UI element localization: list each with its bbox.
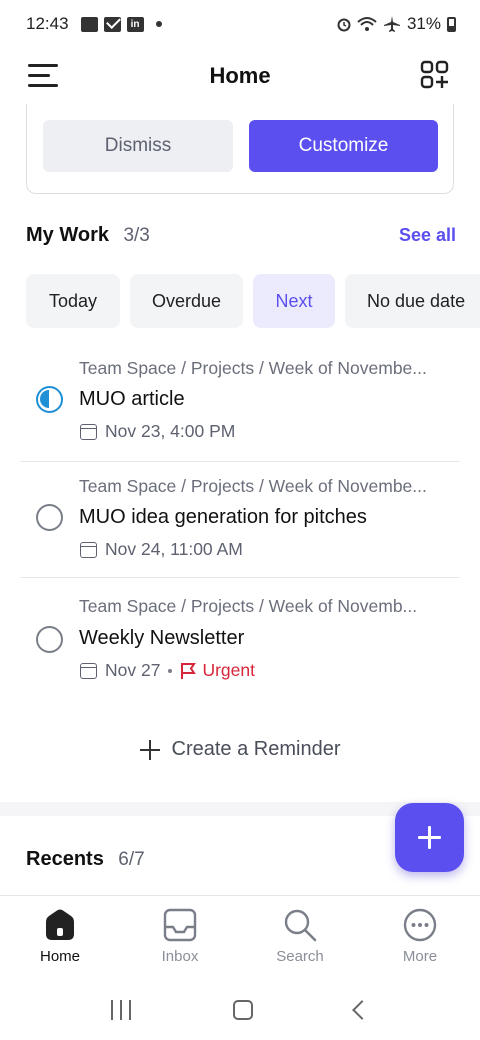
my-work-count: 3/3 xyxy=(123,225,150,246)
task-date: Nov 24, 11:00 AM xyxy=(105,539,243,559)
task-path: Team Space / Projects / Week of Novemb..… xyxy=(79,596,418,616)
recent-apps-button[interactable] xyxy=(111,1000,131,1020)
filter-next[interactable]: Next xyxy=(253,274,335,328)
priority-badge: Urgent xyxy=(180,660,255,681)
nav-home-label: Home xyxy=(39,948,80,965)
filter-overdue[interactable]: Overdue xyxy=(130,274,243,328)
recents-count: 6/7 xyxy=(118,849,145,870)
more-icon xyxy=(403,908,437,942)
alarm-icon xyxy=(337,18,351,32)
calendar-icon xyxy=(80,662,97,679)
nav-search-label: Search xyxy=(276,948,324,965)
customize-button[interactable]: Customize xyxy=(249,120,438,172)
task-title: Weekly Newsletter xyxy=(79,627,245,649)
inbox-icon xyxy=(163,908,197,942)
task-meta: Nov 27 Urgent xyxy=(80,660,255,681)
system-nav-bar xyxy=(0,980,480,1040)
task-meta: Nov 24, 11:00 AM xyxy=(80,539,243,560)
task-row[interactable]: Team Space / Projects / Week of Novembe.… xyxy=(20,344,460,462)
system-back-button[interactable] xyxy=(352,1000,372,1020)
calendar-icon xyxy=(80,541,97,558)
filter-no-due-date[interactable]: No due date xyxy=(345,274,480,328)
my-work-title: My Work xyxy=(26,224,109,246)
priority-label: Urgent xyxy=(202,660,255,680)
search-icon xyxy=(284,909,317,942)
filter-today[interactable]: Today xyxy=(26,274,120,328)
mail-icon xyxy=(103,16,121,32)
battery-icon xyxy=(447,16,456,32)
airplane-icon xyxy=(383,16,400,32)
task-date: Nov 23, 4:00 PM xyxy=(105,421,236,441)
battery-percent: 31% xyxy=(406,14,441,33)
recents-title: Recents xyxy=(26,848,104,870)
nav-home[interactable]: Home xyxy=(0,896,120,975)
app-header: Home xyxy=(0,48,480,104)
see-all-link[interactable]: See all xyxy=(399,225,456,246)
task-title: MUO idea generation for pitches xyxy=(79,506,367,528)
status-bar: 12:43 in 31% xyxy=(0,0,480,48)
add-widget-icon[interactable] xyxy=(420,60,450,90)
my-work-header: My Work 3/3 See all xyxy=(26,224,456,247)
nav-inbox[interactable]: Inbox xyxy=(120,896,240,975)
task-row[interactable]: Team Space / Projects / Week of Novemb..… xyxy=(20,580,460,698)
wifi-icon xyxy=(357,17,377,31)
status-right: 31% xyxy=(337,14,456,34)
status-left: 12:43 in xyxy=(26,14,162,34)
bottom-nav: Home Inbox Search More xyxy=(0,895,480,975)
system-home-button[interactable] xyxy=(233,1000,253,1020)
recents-header: Recents 6/7 xyxy=(26,848,456,871)
calendar-icon xyxy=(80,423,97,440)
add-fab-button[interactable] xyxy=(395,803,464,872)
menu-icon[interactable] xyxy=(28,62,60,90)
create-reminder-label: Create a Reminder xyxy=(171,738,341,760)
separator-dot xyxy=(168,668,173,673)
customize-banner: Dismiss Customize xyxy=(26,104,454,194)
flag-icon xyxy=(181,662,197,679)
page-title: Home xyxy=(209,63,271,88)
nav-inbox-label: Inbox xyxy=(161,948,199,965)
nav-more[interactable]: More xyxy=(360,896,480,975)
linkedin-icon: in xyxy=(126,16,144,32)
photo-icon xyxy=(80,16,98,32)
filter-chips: Today Overdue Next No due date xyxy=(26,274,480,328)
task-title: MUO article xyxy=(79,388,185,410)
task-path: Team Space / Projects / Week of Novembe.… xyxy=(79,476,427,496)
dismiss-button[interactable]: Dismiss xyxy=(43,120,233,172)
task-date: Nov 27 xyxy=(105,660,161,680)
home-icon xyxy=(46,909,74,940)
task-meta: Nov 23, 4:00 PM xyxy=(80,421,235,442)
status-time: 12:43 xyxy=(26,14,69,33)
in-progress-status-icon[interactable] xyxy=(36,386,63,413)
nav-more-label: More xyxy=(402,948,438,965)
task-row[interactable]: Team Space / Projects / Week of Novembe.… xyxy=(20,462,460,578)
notification-dot-icon xyxy=(155,21,162,27)
plus-icon xyxy=(139,739,160,760)
create-reminder-button[interactable]: Create a Reminder xyxy=(0,738,480,761)
nav-search[interactable]: Search xyxy=(240,896,360,975)
open-status-icon[interactable] xyxy=(36,626,63,653)
task-path: Team Space / Projects / Week of Novembe.… xyxy=(79,358,427,378)
open-status-icon[interactable] xyxy=(36,504,63,531)
